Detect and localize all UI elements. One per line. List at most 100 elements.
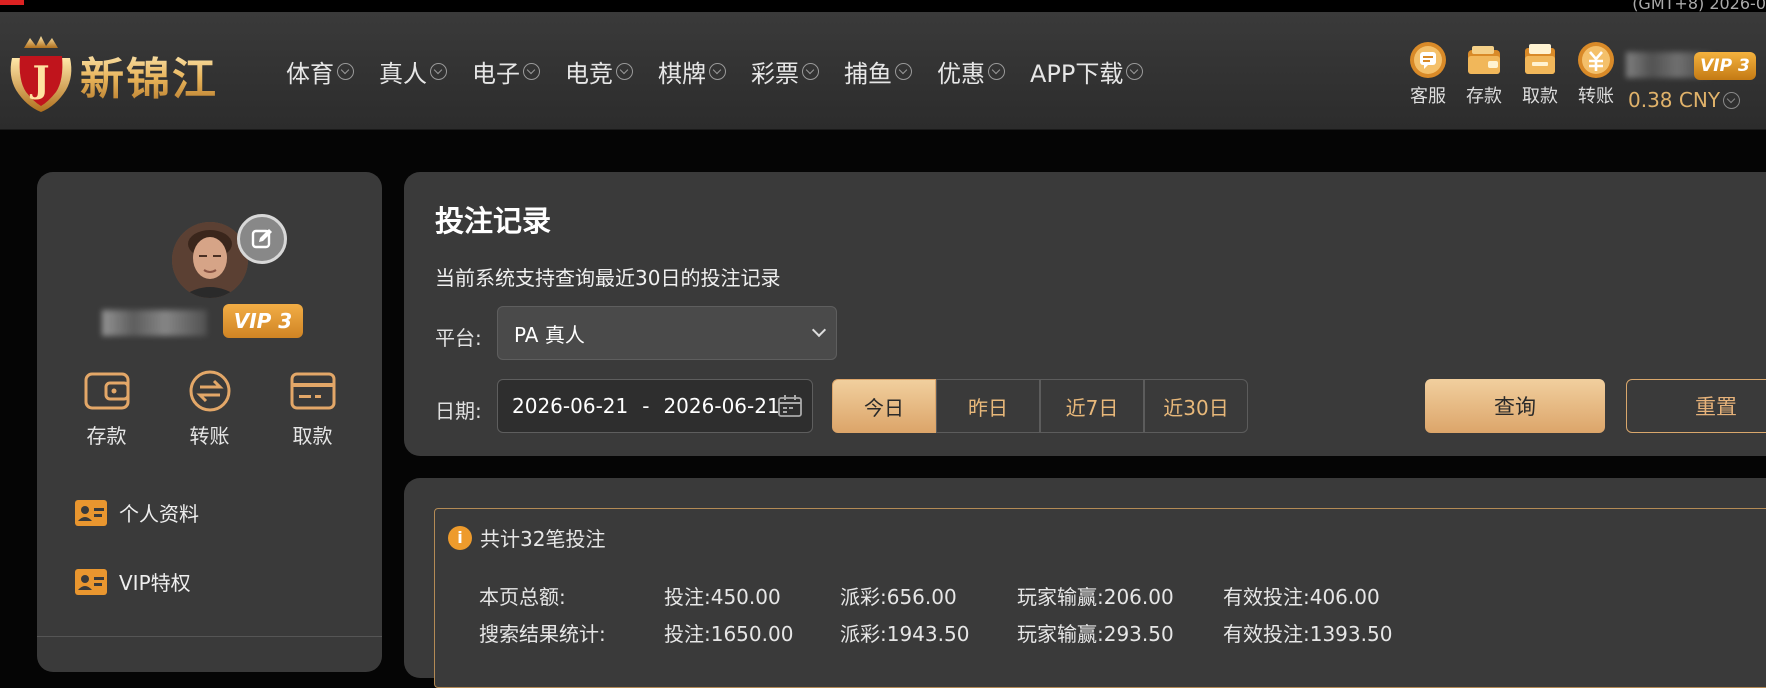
card-icon: [290, 372, 335, 410]
nav-item-lottery[interactable]: 彩票: [751, 54, 819, 89]
range-yesterday-button[interactable]: 昨日: [936, 379, 1040, 433]
nav-label: 棋牌: [658, 59, 706, 88]
nav-item-sports[interactable]: 体育: [286, 54, 354, 89]
balance-value: 0.38 CNY: [1628, 88, 1721, 112]
sidebar-withdraw-button[interactable]: 取款: [273, 370, 353, 449]
query-button[interactable]: 查询: [1425, 379, 1605, 433]
vip-badge: VIP 3: [1694, 52, 1756, 80]
sidebar-item-label: VIP特权: [119, 571, 191, 595]
edit-avatar-button[interactable]: [237, 214, 287, 264]
header-action-label: 取款: [1522, 86, 1558, 107]
header-transfer-button[interactable]: 转账: [1568, 40, 1624, 120]
header-withdraw-button[interactable]: 取款: [1512, 40, 1568, 120]
chevron-down-icon: [523, 62, 540, 80]
query-range-note: 当前系统支持查询最近30日的投注记录: [435, 266, 781, 290]
payout-amount: 派彩:1943.50: [840, 622, 970, 646]
reset-button[interactable]: 重置: [1626, 379, 1766, 433]
sidebar-item-label: 个人资料: [119, 502, 199, 526]
header-deposit-button[interactable]: 存款: [1456, 40, 1512, 120]
bet-record-filter-panel: 投注记录 当前系统支持查询最近30日的投注记录 平台: PA 真人 日期: 20…: [404, 172, 1766, 456]
total-count-text: 共计32笔投注: [480, 527, 606, 551]
nav-label: 彩票: [751, 59, 799, 88]
red-marker: [0, 0, 24, 5]
nav-item-cards[interactable]: 棋牌: [658, 54, 726, 89]
site-header: J 新锦江 体育 真人 电子 电竞 棋牌 彩票 捕鱼 优惠 APP下载 客服 存…: [0, 12, 1766, 130]
brand-logo[interactable]: J 新锦江: [6, 30, 246, 120]
row-label: 本页总额:: [479, 585, 566, 609]
results-panel: i 共计32笔投注 本页总额: 投注:450.00 派彩:656.00 玩家输赢…: [404, 478, 1766, 688]
withdraw-icon: [1525, 44, 1555, 74]
platform-value: PA 真人: [514, 322, 585, 347]
info-icon: i: [448, 525, 472, 550]
sidebar-action-label: 转账: [189, 424, 230, 448]
date-range-picker[interactable]: 2026-06-21 - 2026-06-21: [497, 379, 813, 433]
edit-icon: [251, 229, 272, 249]
chevron-down-icon: [895, 62, 912, 80]
nav-label: 电子: [472, 59, 520, 88]
chevron-down-icon: [811, 322, 827, 338]
range-7days-button[interactable]: 近7日: [1040, 379, 1144, 433]
divider: [37, 636, 382, 637]
id-card-icon: [75, 499, 107, 526]
nav-item-fishing[interactable]: 捕鱼: [844, 54, 912, 89]
header-support-button[interactable]: 客服: [1400, 40, 1456, 120]
sidebar-item-profile[interactable]: 个人资料: [75, 498, 199, 527]
chevron-down-icon: [988, 62, 1005, 80]
date-end: 2026-06-21: [663, 394, 780, 418]
vip-badge: VIP 3: [223, 304, 303, 338]
payout-amount: 派彩:656.00: [840, 585, 957, 609]
nav-item-esports[interactable]: 电竞: [565, 54, 633, 89]
valid-bet-amount: 有效投注:406.00: [1223, 585, 1380, 609]
nav-item-promotions[interactable]: 优惠: [937, 54, 1005, 89]
main-nav: 体育 真人 电子 电竞 棋牌 彩票 捕鱼 优惠 APP下载: [286, 12, 1168, 130]
sidebar-action-label: 存款: [86, 424, 127, 448]
nav-item-live[interactable]: 真人: [379, 54, 447, 89]
top-strip: (GMT+8) 2026-0: [0, 0, 1766, 13]
chevron-down-icon: [709, 62, 726, 80]
total-count-line: i 共计32笔投注: [448, 523, 605, 552]
nav-item-app-download[interactable]: APP下载: [1030, 54, 1144, 89]
brand-name: 新锦江: [80, 43, 218, 107]
date-separator: -: [642, 394, 650, 418]
nav-label: 体育: [286, 59, 334, 88]
chat-icon: [1410, 42, 1446, 78]
range-30days-button[interactable]: 近30日: [1144, 379, 1248, 433]
sidebar-deposit-button[interactable]: 存款: [67, 370, 147, 449]
chevron-down-icon: [1723, 91, 1741, 109]
date-label: 日期:: [435, 399, 482, 423]
row-label: 搜索结果统计:: [479, 622, 606, 646]
header-actions: 客服 存款 取款 转账: [1400, 40, 1624, 120]
nav-label: 优惠: [937, 59, 985, 88]
crown-shield-icon: J: [6, 36, 76, 114]
account-sidebar: VIP 3 存款 转账 取款 个人资料 VIP特权: [37, 172, 382, 672]
transfer-icon: [1578, 42, 1614, 78]
platform-select[interactable]: PA 真人: [497, 306, 837, 360]
balance-display[interactable]: 0.38 CNY: [1628, 88, 1741, 112]
logo-letter: J: [29, 59, 49, 101]
player-win-loss: 玩家输赢:293.50: [1017, 622, 1174, 646]
page-title: 投注记录: [435, 204, 552, 238]
sidebar-quick-actions: 存款 转账 取款: [37, 370, 382, 449]
range-today-button[interactable]: 今日: [832, 379, 936, 433]
chevron-down-icon: [802, 62, 819, 80]
valid-bet-amount: 有效投注:1393.50: [1223, 622, 1393, 646]
chevron-down-icon: [337, 62, 354, 80]
wallet-icon: [84, 372, 129, 410]
nav-label: 捕鱼: [844, 59, 892, 88]
user-box[interactable]: VIP 3 0.38 CNY: [1626, 44, 1766, 124]
chevron-down-icon: [430, 62, 447, 80]
blurred-username: [102, 310, 207, 336]
sidebar-item-vip[interactable]: VIP特权: [75, 567, 191, 596]
header-action-label: 客服: [1410, 86, 1446, 107]
nav-item-slots[interactable]: 电子: [472, 54, 540, 89]
nav-label: 真人: [379, 59, 427, 88]
header-action-label: 存款: [1466, 86, 1502, 107]
sidebar-transfer-button[interactable]: 转账: [170, 370, 250, 449]
sidebar-action-label: 取款: [292, 424, 333, 448]
bet-amount: 投注:1650.00: [664, 622, 794, 646]
date-start: 2026-06-21: [512, 394, 629, 418]
nav-label: 电竞: [565, 59, 613, 88]
id-card-icon: [75, 568, 107, 595]
results-summary-box: i 共计32笔投注 本页总额: 投注:450.00 派彩:656.00 玩家输赢…: [434, 508, 1766, 688]
nav-label: APP下载: [1030, 59, 1124, 88]
